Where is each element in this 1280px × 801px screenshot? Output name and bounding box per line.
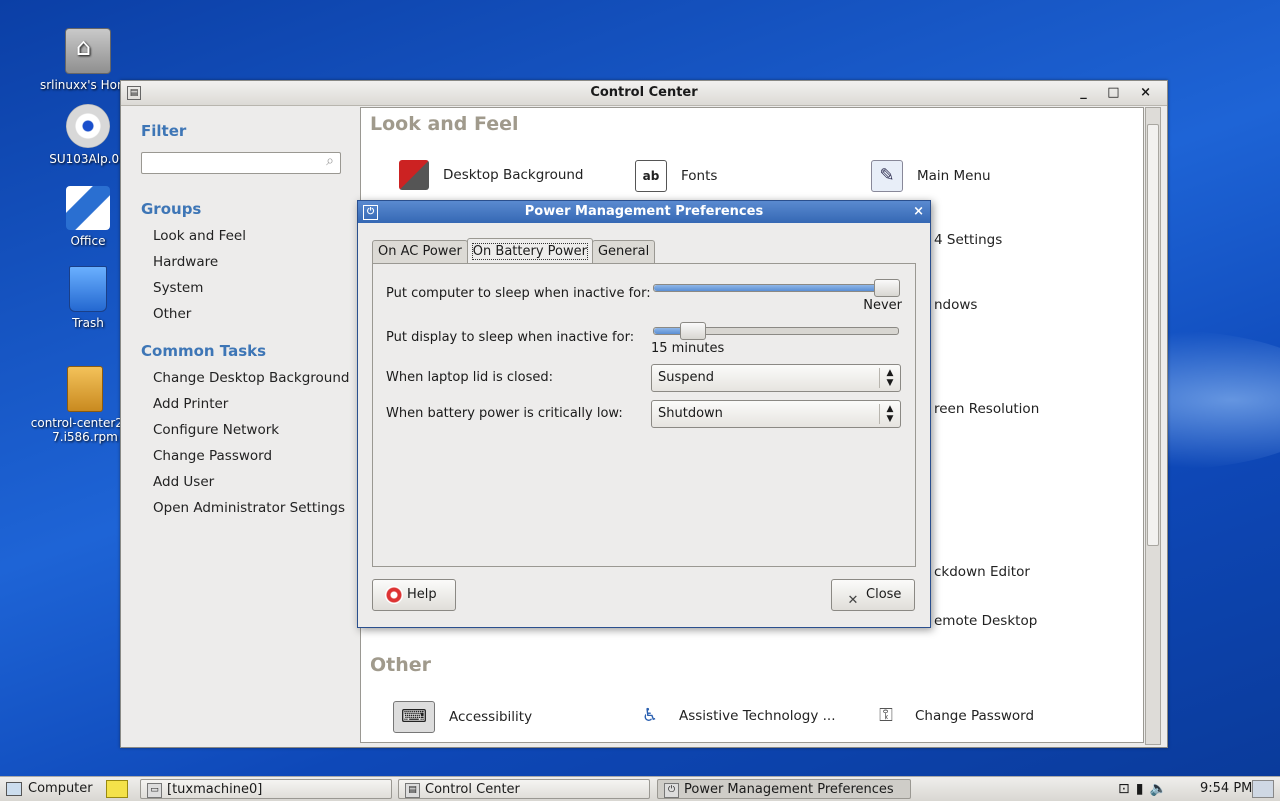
tab-on-battery-power[interactable]: On Battery Power (466, 238, 593, 264)
system-tray: ⊡▮🔈 (1118, 779, 1173, 799)
bottom-panel: Computer ▭ [tuxmachine0] ▤ Control Center … (0, 776, 1280, 801)
lid-closed-value: Suspend (658, 370, 715, 385)
partial-item-settings[interactable]: 4 Settings (934, 232, 1002, 248)
package-icon (67, 366, 103, 412)
search-icon: ⌕ (326, 153, 334, 169)
computer-icon (6, 781, 22, 796)
partial-item-remote-desktop[interactable]: emote Desktop (934, 613, 1037, 629)
dialog-titlebar[interactable]: ⏻ Power Management Preferences × (358, 201, 930, 223)
display-sleep-label: Put display to sleep when inactive for: (386, 330, 635, 345)
task-add-user[interactable]: Add User (153, 474, 379, 490)
lid-closed-select[interactable]: Suspend ▲ ▼ (651, 364, 901, 392)
computer-menu-button[interactable]: Computer (6, 779, 93, 799)
updown-arrow-icon: ▲ ▼ (879, 404, 900, 424)
dialog-title: Power Management Preferences (524, 204, 764, 219)
task-change-password[interactable]: Change Password (153, 448, 379, 464)
clock[interactable]: 9:54 PM (1200, 779, 1252, 799)
help-button[interactable]: Help (372, 579, 456, 611)
network-icon[interactable]: ⊡ (1118, 781, 1136, 797)
scrollbar-thumb[interactable] (1147, 124, 1159, 546)
group-other[interactable]: Other (153, 306, 379, 322)
partial-item-windows[interactable]: ndows (934, 297, 977, 313)
close-x-icon: ✕ (847, 592, 859, 608)
sidebar: Filter ⌕ Groups Look and Feel Hardware S… (121, 106, 379, 747)
partial-item-lockdown-editor[interactable]: ckdown Editor (934, 564, 1030, 580)
slider-handle[interactable] (680, 322, 706, 340)
task-add-printer[interactable]: Add Printer (153, 396, 379, 412)
power-plug-icon: ⏻ (664, 783, 679, 798)
control-center-titlebar[interactable]: ▤ Control Center _ □ × (121, 81, 1167, 106)
main-menu-icon: ✎ (871, 160, 903, 192)
lid-closed-label: When laptop lid is closed: (386, 370, 553, 385)
power-plug-icon: ⏻ (363, 205, 378, 220)
office-icon (66, 186, 110, 230)
close-icon[interactable]: × (913, 201, 924, 223)
home-folder-icon (65, 28, 111, 74)
tab-general[interactable]: General (591, 240, 656, 263)
battery-tab-panel: Put computer to sleep when inactive for:… (372, 263, 916, 567)
slider-fill (654, 285, 886, 291)
tab-on-ac-power[interactable]: On AC Power (372, 240, 468, 263)
desktop-background-icon (399, 160, 429, 190)
tab-label: On Battery Power (471, 243, 588, 260)
computer-sleep-label: Put computer to sleep when inactive for: (386, 286, 651, 301)
lifebuoy-icon (385, 585, 403, 604)
item-main-menu[interactable]: ✎ Main Menu (871, 160, 991, 192)
slider-handle[interactable] (874, 279, 900, 297)
item-assistive-technology[interactable]: ♿ Assistive Technology ... (635, 701, 836, 731)
terminal-icon: ▭ (147, 783, 162, 798)
partial-item-screen-resolution[interactable]: reen Resolution (934, 401, 1039, 417)
display-sleep-value: 15 minutes (651, 341, 725, 356)
battery-low-label: When battery power is critically low: (386, 406, 623, 421)
keyboard-icon: ⌨ (393, 701, 435, 733)
item-fonts[interactable]: ab Fonts (635, 160, 717, 192)
control-center-icon: ▤ (405, 783, 420, 798)
task-change-desktop-background[interactable]: Change Desktop Background (153, 370, 379, 386)
task-configure-network[interactable]: Configure Network (153, 422, 379, 438)
common-tasks-heading: Common Tasks (141, 342, 267, 360)
updown-arrow-icon: ▲ ▼ (879, 368, 900, 388)
window-menu-icon[interactable]: ▤ (127, 86, 141, 100)
computer-sleep-value: Never (863, 298, 902, 313)
filter-input[interactable]: ⌕ (141, 152, 341, 174)
task-open-admin-settings[interactable]: Open Administrator Settings (153, 500, 379, 516)
show-desktop-icon[interactable] (1252, 780, 1274, 798)
dialog-tabs: On AC Power On Battery Power General (372, 237, 656, 264)
section-look-and-feel: Look and Feel (370, 113, 519, 135)
volume-icon[interactable]: 🔈 (1149, 781, 1172, 797)
group-hardware[interactable]: Hardware (153, 254, 379, 270)
taskbar-item-tuxmachine[interactable]: ▭ [tuxmachine0] (140, 779, 392, 799)
window-title: Control Center (590, 85, 698, 100)
close-button[interactable]: ✕ Close (831, 579, 915, 611)
item-desktop-background[interactable]: Desktop Background (399, 160, 584, 190)
taskbar-item-control-center[interactable]: ▤ Control Center (398, 779, 650, 799)
signal-icon[interactable]: ▮ (1136, 781, 1150, 797)
filter-heading: Filter (141, 122, 187, 140)
group-look-and-feel[interactable]: Look and Feel (153, 228, 379, 244)
cd-disc-icon (66, 104, 110, 148)
window-controls[interactable]: _ □ × (1080, 81, 1159, 105)
item-accessibility[interactable]: ⌨ Accessibility (393, 701, 532, 733)
section-other: Other (370, 654, 432, 676)
item-change-password[interactable]: ⚿ Change Password (871, 701, 1034, 731)
notes-launcher-icon[interactable] (106, 780, 128, 798)
battery-low-value: Shutdown (658, 406, 723, 421)
trash-icon (69, 266, 107, 312)
group-system[interactable]: System (153, 280, 379, 296)
fonts-icon: ab (635, 160, 667, 192)
computer-sleep-slider[interactable] (653, 279, 900, 297)
wheelchair-icon: ♿ (641, 705, 659, 726)
battery-low-select[interactable]: Shutdown ▲ ▼ (651, 400, 901, 428)
display-sleep-slider[interactable] (653, 322, 899, 340)
taskbar-item-power-management[interactable]: ⏻ Power Management Preferences (657, 779, 911, 799)
power-management-dialog: ⏻ Power Management Preferences × On AC P… (357, 200, 931, 628)
content-scrollbar[interactable] (1145, 107, 1161, 745)
key-icon: ⚿ (879, 705, 893, 726)
groups-heading: Groups (141, 200, 202, 218)
